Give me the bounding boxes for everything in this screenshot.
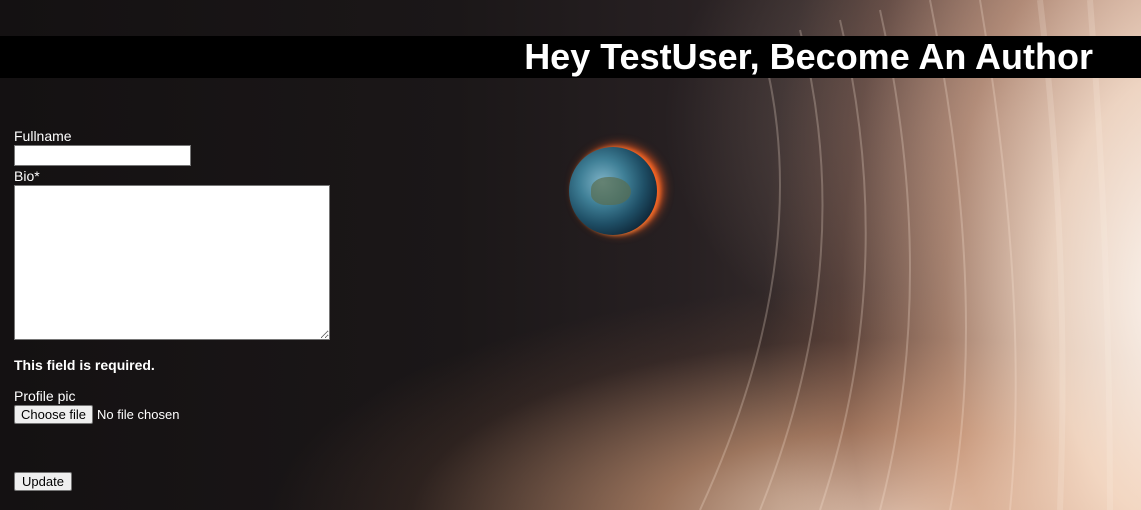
bio-error-message: This field is required. bbox=[14, 357, 155, 373]
planet-image bbox=[569, 147, 657, 235]
profile-pic-file-input[interactable]: Choose file No file chosen bbox=[14, 404, 330, 424]
bio-textarea[interactable] bbox=[14, 185, 330, 340]
author-form: Fullname Bio* This field is required. Pr… bbox=[14, 128, 330, 424]
update-button[interactable]: Update bbox=[14, 472, 72, 491]
fullname-input[interactable] bbox=[14, 145, 191, 166]
planet-continent bbox=[591, 177, 631, 205]
profile-pic-label: Profile pic bbox=[14, 388, 76, 404]
file-status-text: No file chosen bbox=[97, 406, 180, 422]
choose-file-button[interactable]: Choose file bbox=[14, 404, 94, 424]
bio-label: Bio* bbox=[14, 168, 40, 184]
fullname-label: Fullname bbox=[14, 128, 72, 144]
page-title: Hey TestUser, Become An Author bbox=[524, 36, 1093, 77]
header-bar: Hey TestUser, Become An Author bbox=[0, 36, 1141, 78]
